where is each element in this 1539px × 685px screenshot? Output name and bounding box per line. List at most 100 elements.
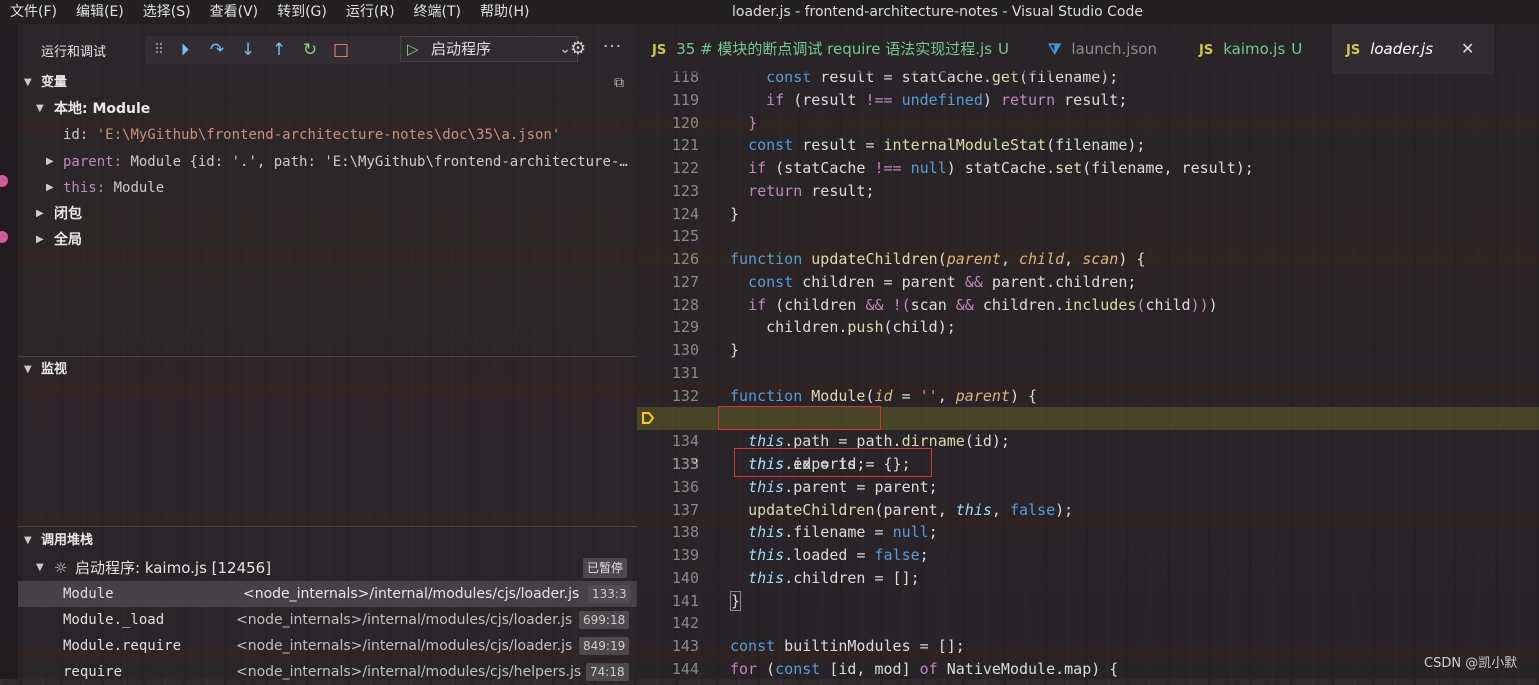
watermark: CSDN @凯小默: [1424, 656, 1518, 671]
variable-row[interactable]: ▶ this: Module: [18, 177, 637, 199]
variable-row[interactable]: ▶ parent: Module {id: '.', path: 'E:\MyG…: [18, 151, 637, 173]
menu-terminal[interactable]: 终端(T): [414, 0, 461, 24]
variables-section-header[interactable]: ▼ 变量 ⧉: [18, 72, 637, 94]
code-line[interactable]: 126 function updateChildren(parent, child…: [637, 248, 1539, 271]
callstack-section-header[interactable]: ▼ 调用堆栈: [18, 530, 637, 552]
sidebar-header: 运行和调试 ⠿ ⏵ ↷ ↓ ↑ ↻ □ ▷ 启动程序 ⌄ ⚙ ···: [18, 24, 637, 74]
more-actions-icon[interactable]: ···: [603, 34, 622, 60]
frame-name: require: [63, 664, 123, 680]
start-debugging-icon[interactable]: ▷: [407, 38, 419, 60]
code-line[interactable]: 131: [637, 362, 1539, 385]
thread-label: 启动程序: kaimo.js [12456]: [75, 559, 272, 577]
editor-area: 118 const result = statCache.get(filenam…: [637, 24, 1539, 679]
frame-position: 849:19: [579, 637, 630, 655]
frame-path: <node_internals>/internal/modules/cjs/lo…: [236, 638, 573, 654]
tab-module-debug[interactable]: JS 35 # 模块的断点调试 require 语法实现过程.js U: [652, 24, 1009, 74]
code-line[interactable]: 140 this.children = [];: [637, 567, 1539, 590]
breakpoint-current-icon[interactable]: [641, 411, 655, 425]
menu-help[interactable]: 帮助(H): [480, 0, 529, 24]
continue-icon[interactable]: ⏵: [173, 38, 197, 62]
code-line[interactable]: 123 return result;: [637, 180, 1539, 203]
watch-header-label: 监视: [41, 362, 68, 377]
variable-row[interactable]: id: 'E:\MyGithub\frontend-architecture-n…: [18, 124, 637, 146]
code-line[interactable]: 138 this.filename = null;: [637, 521, 1539, 544]
bug-icon: ☼: [54, 559, 68, 577]
drag-handle-icon[interactable]: ⠿: [147, 38, 171, 62]
code-line[interactable]: 139 this.loaded = false;: [637, 544, 1539, 567]
chevron-down-icon: ▼: [24, 77, 32, 88]
js-file-icon: JS: [1199, 43, 1214, 58]
variables-header-label: 变量: [41, 75, 68, 90]
collapse-all-icon[interactable]: ⧉: [614, 74, 624, 92]
line-number: 120: [671, 114, 699, 132]
tab-launch-json[interactable]: ⧩ launch.json: [1048, 24, 1157, 74]
step-over-icon[interactable]: ↷: [205, 38, 229, 62]
activity-bar: [0, 24, 18, 679]
line-number: 139: [671, 546, 699, 564]
line-number: 136: [671, 478, 699, 496]
step-out-icon[interactable]: ↑: [267, 38, 291, 62]
frame-name: Module._load: [63, 612, 165, 628]
code-line[interactable]: 132 function Module(id = '', parent) {: [637, 385, 1539, 408]
js-file-icon: JS: [652, 43, 667, 58]
chevron-down-icon: ▼: [36, 103, 44, 114]
restart-icon[interactable]: ↻: [298, 38, 322, 62]
notification-badge-icon[interactable]: [0, 175, 8, 187]
section-divider[interactable]: [18, 356, 637, 357]
code-line[interactable]: 121 const result = internalModuleStat(fi…: [637, 134, 1539, 157]
line-number: 142: [671, 614, 699, 632]
frame-position: 699:18: [579, 611, 630, 629]
code-line[interactable]: 120 }: [637, 112, 1539, 135]
menu-view[interactable]: 查看(V): [210, 0, 259, 24]
tab-kaimo-js[interactable]: JS kaimo.js U: [1199, 24, 1302, 74]
code-line[interactable]: 137 updateChildren(parent, this, false);: [637, 499, 1539, 522]
close-icon[interactable]: ✕: [1461, 39, 1474, 58]
scope-closure[interactable]: ▶ 闭包: [18, 203, 637, 225]
untracked-badge: U: [998, 40, 1009, 58]
code-line[interactable]: 142: [637, 612, 1539, 635]
code-line[interactable]: 124}: [637, 203, 1539, 226]
code-line[interactable]: 141}: [637, 590, 1539, 613]
code-line[interactable]: 144 for (const [id, mod] of NativeModule.…: [637, 658, 1539, 679]
section-divider[interactable]: [18, 526, 637, 527]
code-line[interactable]: 143 const builtinModules = [];: [637, 635, 1539, 658]
menu-file[interactable]: 文件(F): [10, 0, 57, 24]
menu-edit[interactable]: 编辑(E): [76, 0, 124, 24]
code-line[interactable]: 136 this.parent = parent;: [637, 476, 1539, 499]
variable-name: this:: [63, 180, 106, 196]
launch-config-select[interactable]: ▷ 启动程序 ⌄: [400, 36, 578, 62]
tab-loader-js[interactable]: JS loader.js ✕: [1332, 24, 1495, 74]
variable-name: parent:: [63, 154, 123, 170]
line-number: 144: [671, 660, 699, 678]
stack-frame[interactable]: Module._load <node_internals>/internal/m…: [18, 607, 637, 633]
scope-local[interactable]: ▼ 本地: Module: [18, 98, 637, 120]
scope-global[interactable]: ▶ 全局: [18, 229, 637, 251]
line-number: 140: [671, 569, 699, 587]
gear-icon[interactable]: ⚙: [570, 36, 586, 62]
code-line[interactable]: 130}: [637, 339, 1539, 362]
menu-go[interactable]: 转到(G): [277, 0, 327, 24]
frame-position: 74:18: [586, 663, 629, 681]
untracked-badge: U: [1291, 40, 1303, 58]
code-line[interactable]: 127 const children = parent && parent.ch…: [637, 271, 1539, 294]
code-view[interactable]: 118 const result = statCache.get(filenam…: [637, 24, 1539, 679]
code-line[interactable]: 125: [637, 225, 1539, 248]
code-line[interactable]: 119 if (result !== undefined) return res…: [637, 89, 1539, 112]
stack-frame[interactable]: Module.require <node_internals>/internal…: [18, 633, 637, 659]
watch-section-header[interactable]: ▼ 监视: [18, 359, 637, 381]
code-line[interactable]: 128 if (children && !(scan && children.i…: [637, 294, 1539, 317]
line-number: 127: [671, 273, 699, 291]
step-into-icon[interactable]: ↓: [236, 38, 260, 62]
stack-frame[interactable]: Module <node_internals>/internal/modules…: [18, 581, 637, 607]
menu-run[interactable]: 运行(R): [346, 0, 395, 24]
stack-frame[interactable]: require <node_internals>/internal/module…: [18, 659, 637, 685]
code-line[interactable]: 122 if (statCache !== null) statCache.se…: [637, 157, 1539, 180]
code-line[interactable]: 129 children.push(child);: [637, 316, 1539, 339]
debug-badge-icon[interactable]: [0, 231, 8, 243]
variable-value: Module: [113, 180, 165, 196]
highlight-box: [734, 448, 932, 477]
stop-icon[interactable]: □: [329, 38, 353, 62]
menu-selection[interactable]: 选择(S): [143, 0, 191, 24]
line-number: 134: [671, 432, 699, 450]
callstack-thread[interactable]: ▼ ☼ 启动程序: kaimo.js [12456] 已暂停: [18, 555, 637, 581]
